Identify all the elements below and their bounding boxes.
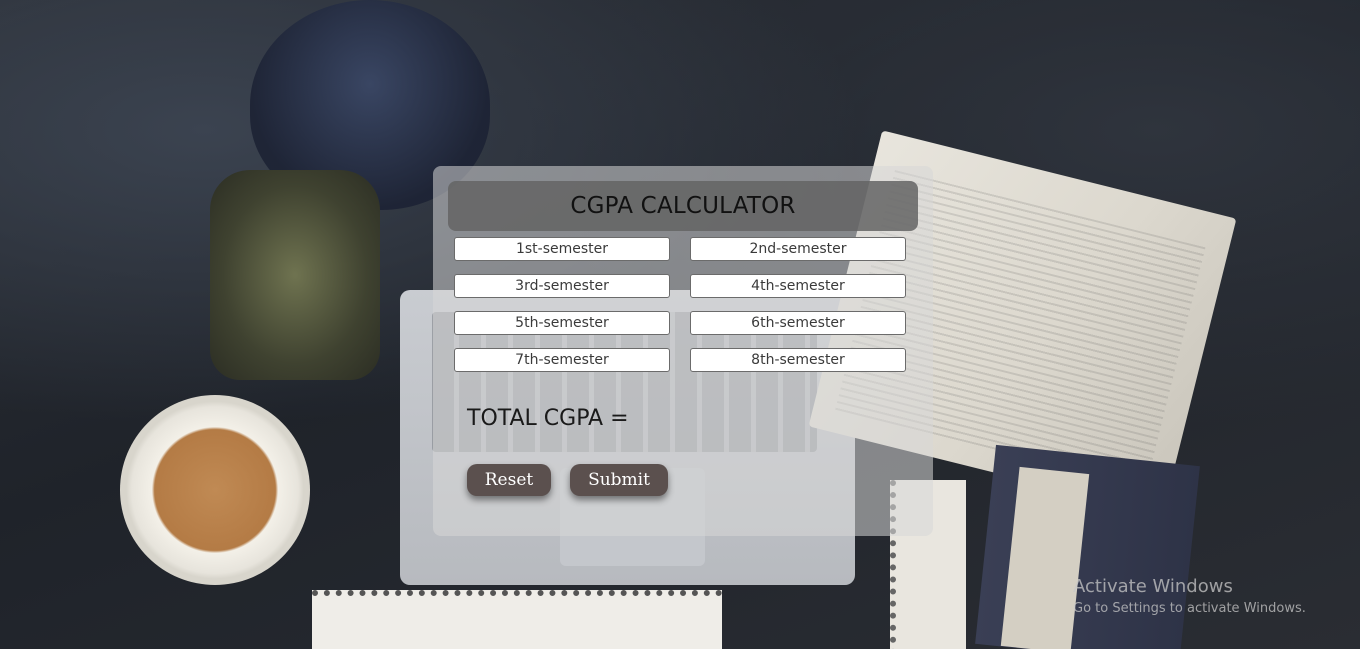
semester-6-input[interactable] <box>690 311 906 335</box>
watermark-title: Activate Windows <box>1073 576 1233 597</box>
total-cgpa-label: TOTAL CGPA = <box>467 406 629 431</box>
activate-windows-watermark: Activate Windows Go to Settings to activ… <box>1073 576 1306 616</box>
semester-1-input[interactable] <box>454 237 670 261</box>
semester-3-input[interactable] <box>454 274 670 298</box>
semester-5-input[interactable] <box>454 311 670 335</box>
semester-4-input[interactable] <box>690 274 906 298</box>
reset-button[interactable]: Reset <box>467 464 551 496</box>
submit-button[interactable]: Submit <box>570 464 668 496</box>
cgpa-calculator-card: CGPA CALCULATOR TOTAL CGPA = Reset Submi… <box>433 166 933 536</box>
title-bar: CGPA CALCULATOR <box>448 181 918 231</box>
notebook-image <box>312 590 722 649</box>
jar-image <box>210 170 380 380</box>
coffee-cup-image <box>120 395 310 585</box>
semester-8-input[interactable] <box>690 348 906 372</box>
semester-7-input[interactable] <box>454 348 670 372</box>
page-title: CGPA CALCULATOR <box>570 193 796 219</box>
semester-2-input[interactable] <box>690 237 906 261</box>
background-desk-photo: CGPA CALCULATOR TOTAL CGPA = Reset Submi… <box>0 0 1360 649</box>
watermark-subtitle: Go to Settings to activate Windows. <box>1073 601 1306 616</box>
